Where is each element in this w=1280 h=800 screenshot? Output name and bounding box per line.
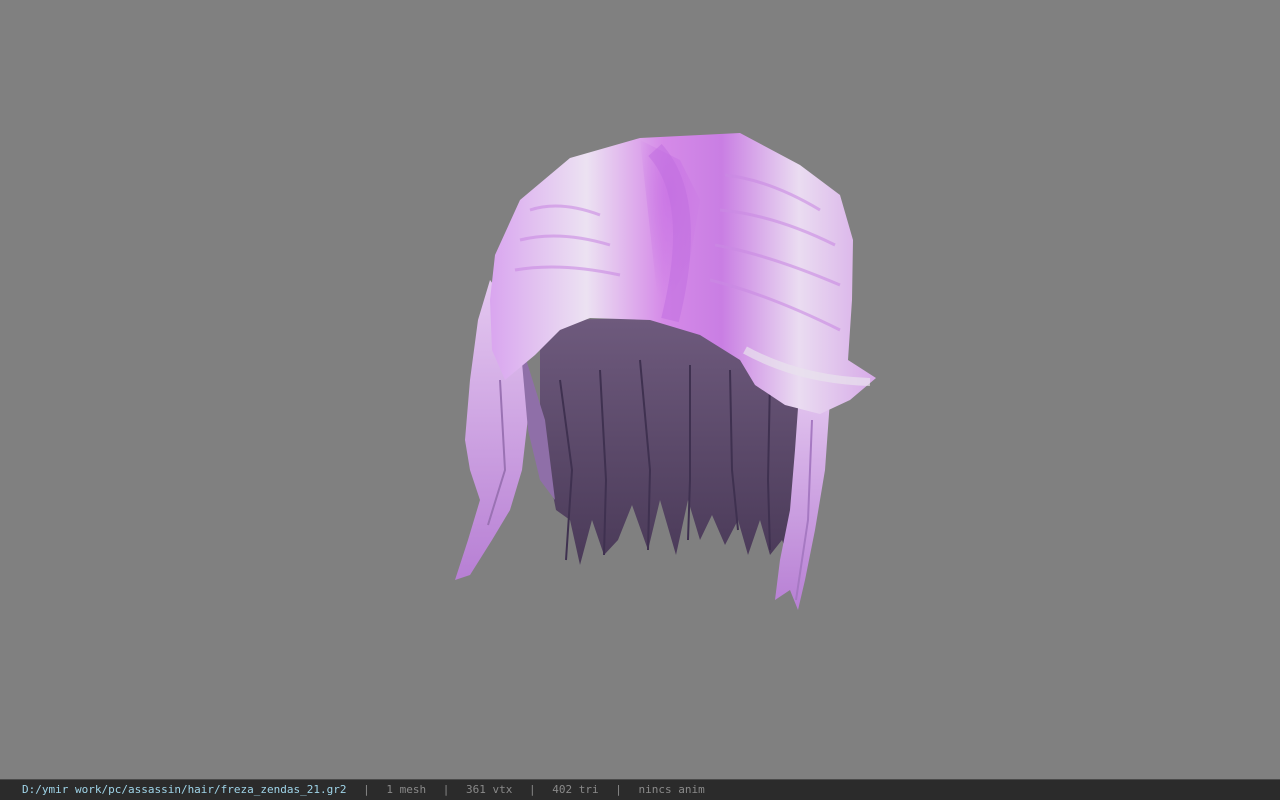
triangle-count: 402 tri: [552, 783, 599, 796]
file-path: D:/ymir work/pc/assassin/hair/freza_zend…: [22, 783, 347, 796]
anim-status: nincs anim: [638, 783, 705, 796]
status-bar: D:/ymir work/pc/assassin/hair/freza_zend…: [0, 779, 1280, 800]
separator: |: [442, 783, 450, 796]
hair-model[interactable]: [0, 0, 1280, 779]
separator: |: [363, 783, 370, 796]
separator: |: [529, 783, 536, 796]
3d-viewport[interactable]: [0, 0, 1280, 779]
separator: |: [615, 783, 622, 796]
mesh-count: 1 mesh: [386, 783, 427, 796]
vertex-count: 361 vtx: [466, 783, 513, 796]
